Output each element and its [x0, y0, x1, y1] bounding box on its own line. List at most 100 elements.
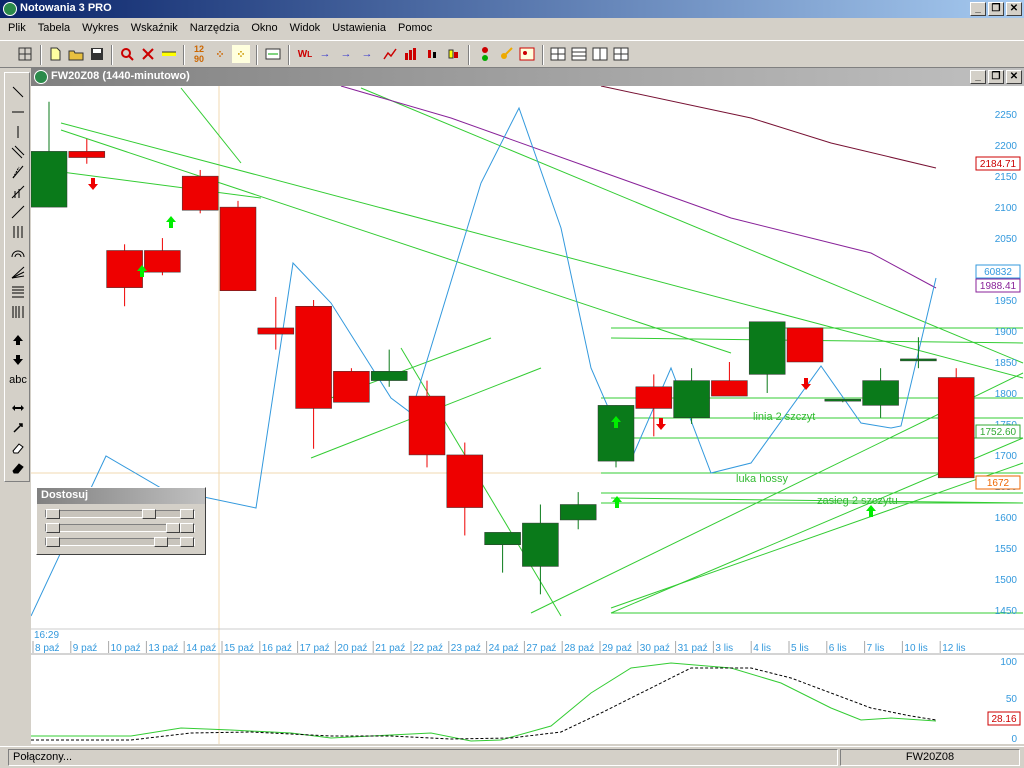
eraser-all-icon[interactable] [8, 459, 28, 477]
menu-pomoc[interactable]: Pomoc [392, 22, 438, 34]
date-tick-label: 16 paź [262, 643, 292, 654]
triple-line-icon[interactable] [8, 223, 28, 241]
menu-plik[interactable]: Plik [2, 22, 32, 34]
layout-4-icon[interactable] [612, 45, 630, 63]
candle-body [370, 371, 408, 381]
arrow-right-icon[interactable]: → [316, 45, 334, 63]
resize-icon[interactable] [8, 419, 28, 437]
arrow-up-icon[interactable] [8, 331, 28, 349]
wl-icon[interactable]: WL [296, 45, 314, 63]
candle-body [446, 454, 484, 508]
layout-2-icon[interactable] [570, 45, 588, 63]
bar-chart-icon[interactable] [402, 45, 420, 63]
price-label: 1988.41 [980, 281, 1017, 292]
line-vertical-icon[interactable] [8, 123, 28, 141]
candle-icon[interactable] [423, 45, 441, 63]
menu-bar: Plik Tabela Wykres Wskaźnik Narzędzia Ok… [0, 18, 1024, 38]
channel-icon[interactable] [8, 143, 28, 161]
candle-icon-2[interactable] [444, 45, 462, 63]
y-tick-label: 1800 [995, 389, 1018, 400]
close-button[interactable]: ✕ [1006, 2, 1022, 16]
date-tick-label: 3 lis [715, 643, 733, 654]
candle-body [824, 398, 862, 402]
chart-canvas[interactable]: linia 2 szczyt luka hossy zasieg 2 szczytu… [31, 68, 1024, 744]
date-tick-label: 31 paź [678, 643, 708, 654]
time-zones-icon[interactable] [8, 303, 28, 321]
oscillator-line [31, 662, 937, 742]
chart-window-icon [34, 70, 48, 84]
trend-icon[interactable] [8, 203, 28, 221]
minimize-button[interactable]: _ [970, 2, 986, 16]
menu-ustawienia[interactable]: Ustawienia [326, 22, 392, 34]
chart-close-button[interactable]: ✕ [1006, 70, 1022, 84]
traffic-light-icon[interactable] [476, 45, 494, 63]
arrow-down-icon[interactable] [8, 351, 28, 369]
date-tick-label: 27 paź [526, 643, 556, 654]
layout-1-icon[interactable] [549, 45, 567, 63]
y-tick-label: 1950 [995, 296, 1018, 307]
key-icon[interactable] [497, 45, 515, 63]
grid-icon[interactable] [16, 45, 34, 63]
date-tick-label: 4 lis [753, 643, 771, 654]
date-tick-label: 6 lis [829, 643, 847, 654]
chart-window-title-bar: FW20Z08 (1440-minutowo) _ ❐ ✕ [31, 68, 1024, 86]
date-tick-label: 29 paź [602, 643, 632, 654]
drawing-tools-panel: abc [4, 72, 30, 482]
arc-icon[interactable] [8, 243, 28, 261]
chart-window-title: FW20Z08 (1440-minutowo) [51, 70, 190, 82]
eraser-icon[interactable] [8, 439, 28, 457]
zoom-icon[interactable] [118, 45, 136, 63]
y-tick-label: 1900 [995, 327, 1018, 338]
date-tick-label: 15 paź [224, 643, 254, 654]
y-tick-label: 1550 [995, 544, 1018, 555]
candle-body [333, 371, 370, 403]
restore-button[interactable]: ❐ [988, 2, 1004, 16]
dots-icon[interactable]: ⁘ [211, 45, 229, 63]
trend-line [60, 129, 732, 354]
line-chart-icon[interactable] [381, 45, 399, 63]
line-diagonal-icon[interactable] [8, 83, 28, 101]
candle-body [748, 321, 786, 375]
menu-tabela[interactable]: Tabela [32, 22, 76, 34]
menu-narzedzia[interactable]: Narzędzia [184, 22, 246, 34]
text-tool-icon[interactable]: abc [8, 371, 28, 389]
candle-body [408, 395, 446, 456]
chart-minimize-button[interactable]: _ [970, 70, 986, 84]
chart-restore-button[interactable]: ❐ [988, 70, 1004, 84]
candle-body [219, 206, 257, 292]
date-tick-label: 17 paź [300, 643, 330, 654]
new-file-icon[interactable] [46, 45, 64, 63]
image-icon[interactable] [518, 45, 536, 63]
date-tick-label: 30 paź [640, 643, 670, 654]
menu-widok[interactable]: Widok [284, 22, 327, 34]
menu-okno[interactable]: Okno [245, 22, 283, 34]
adjust-slider-1[interactable] [45, 509, 195, 519]
indicator-icon[interactable] [264, 45, 282, 63]
oscillator-y-label: 0 [1011, 734, 1017, 744]
dots-yellow-icon[interactable]: ⁘ [232, 45, 250, 63]
line-horizontal-icon[interactable] [8, 103, 28, 121]
y-tick-label: 1700 [995, 451, 1018, 462]
menu-wykres[interactable]: Wykres [76, 22, 125, 34]
numbers-icon[interactable]: 12 90 [190, 44, 208, 64]
adjust-slider-2[interactable] [45, 523, 195, 533]
price-label: 2184.71 [980, 159, 1017, 170]
arrow-right-icon-2[interactable]: → [337, 45, 355, 63]
y-tick-label: 1850 [995, 358, 1018, 369]
gann-icon[interactable] [8, 183, 28, 201]
app-title: Notowania 3 PRO [20, 2, 112, 14]
layout-3-icon[interactable] [591, 45, 609, 63]
open-folder-icon[interactable] [67, 45, 85, 63]
ruler-icon[interactable] [160, 45, 178, 63]
y-tick-label: 2050 [995, 234, 1018, 245]
speed-lines-icon[interactable] [8, 263, 28, 281]
adjust-slider-3[interactable] [45, 537, 195, 547]
date-tick-label: 8 paź [35, 643, 59, 654]
save-icon[interactable] [88, 45, 106, 63]
menu-wskaznik[interactable]: Wskaźnik [125, 22, 184, 34]
delete-icon[interactable] [139, 45, 157, 63]
resize-h-icon[interactable] [8, 399, 28, 417]
fibonacci-icon[interactable] [8, 283, 28, 301]
arrow-right-icon-3[interactable]: → [358, 45, 376, 63]
fan-icon[interactable] [8, 163, 28, 181]
